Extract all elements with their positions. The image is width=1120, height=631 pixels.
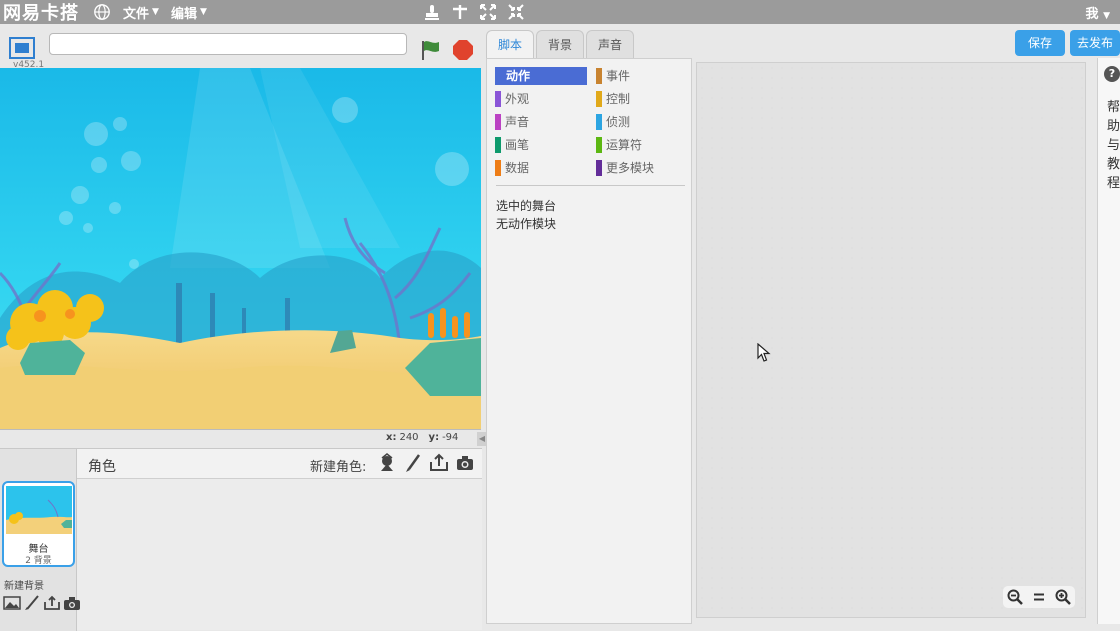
user-menu-label: 我 [1085,7,1099,22]
globe-icon[interactable] [93,3,111,21]
category-control[interactable]: 控制 [596,90,688,108]
new-sprite-label: 新建角色: [310,460,367,475]
stage-tools [422,2,526,22]
category-label: 更多模块 [606,161,655,175]
save-button[interactable]: 保存 [1015,30,1065,56]
category-label: 声音 [505,115,530,129]
green-flag-icon[interactable] [419,39,443,61]
brand-logo[interactable]: 网易卡搭 [3,0,79,25]
category-color-swatch [596,114,602,130]
stop-icon[interactable] [452,39,474,61]
category-operators[interactable]: 运算符 [596,136,688,154]
category-label: 画笔 [505,138,530,152]
upload-icon[interactable] [43,595,61,611]
grow-icon[interactable] [478,2,498,22]
edit-menu-label: 编辑 [170,6,197,22]
y-label: y: [428,432,440,443]
sprite-header: 角色 新建角色: [77,449,482,479]
category-pen[interactable]: 画笔 [495,136,587,154]
underwater-backdrop [0,68,481,429]
category-more-blocks[interactable]: 更多模块 [596,159,688,177]
top-menu-bar: 网易卡搭 文件 ▼ 编辑 ▼ 我 ▼ [0,0,1120,24]
sprite-library-icon[interactable] [377,453,397,473]
sprite-pane: 角色 新建角色: 舞台 2 背景 新建背景 [0,448,482,631]
help-panel: ? 帮助与教程 [1097,58,1120,624]
fullscreen-icon[interactable] [9,37,35,59]
shrink-icon[interactable] [506,2,526,22]
cut-icon[interactable] [450,2,470,22]
upload-icon[interactable] [429,453,449,473]
mouse-cursor-icon [757,343,771,362]
editor-tabs: 脚本 背景 声音 [486,30,635,59]
tab-scripts[interactable]: 脚本 [486,30,535,59]
zoom-in-icon[interactable] [1055,589,1071,605]
chevron-down-icon: ▼ [1103,11,1110,21]
category-events[interactable]: 事件 [596,67,688,85]
category-label: 侦测 [606,115,631,129]
stage-thumb-backdrop-count: 2 背景 [25,556,52,566]
category-label: 运算符 [606,138,643,152]
palette-message-empty: 无动作模块 [496,217,557,231]
file-menu[interactable]: 文件 ▼ [123,3,159,22]
category-data[interactable]: 数据 [495,159,587,177]
zoom-controls [1003,586,1075,608]
stage-thumbnail[interactable]: 舞台 2 背景 [2,481,75,567]
category-color-swatch [596,91,602,107]
tab-sounds[interactable]: 声音 [586,30,635,58]
paint-brush-icon[interactable] [403,453,423,473]
category-color-swatch [596,68,602,84]
y-value: -94 [442,432,459,443]
category-color-swatch [596,160,602,176]
category-label: 事件 [606,69,631,83]
help-tutorials-link[interactable]: 帮助与教程 [1107,98,1120,193]
stage-thumbnail-image [5,486,72,534]
x-label: x: [386,432,397,443]
category-color-swatch [495,160,501,176]
script-area[interactable] [696,62,1086,618]
file-menu-label: 文件 [123,6,150,22]
duplicate-stamp-icon[interactable] [422,2,442,22]
mouse-coordinates: x: 240 y: -94 [386,432,468,443]
category-label: 动作 [506,69,531,83]
category-sensing[interactable]: 侦测 [596,113,688,131]
new-backdrop-label: 新建背景 [4,581,44,592]
user-menu[interactable]: 我 ▼ [1086,3,1110,22]
tab-backdrops[interactable]: 背景 [536,30,585,58]
stage-header: v452.1 [0,24,482,70]
category-color-swatch [495,91,501,107]
camera-icon[interactable] [63,595,81,611]
category-color-swatch [495,114,501,130]
new-sprite-options [377,453,475,473]
chevron-down-icon: ▼ [199,7,207,17]
publish-button[interactable]: 去发布 [1070,30,1120,56]
help-icon[interactable]: ? [1104,66,1120,82]
category-sound[interactable]: 声音 [495,113,587,131]
stage-canvas[interactable] [0,68,481,430]
category-motion[interactable]: 动作 [495,67,587,85]
palette-divider [496,185,685,186]
x-value: 240 [399,432,419,443]
block-palette: 动作 外观 声音 画笔 数据 事件 控制 侦测 运算符 更多模块 选中的舞台 无… [486,58,692,624]
category-label: 控制 [606,92,631,106]
zoom-reset-icon[interactable] [1031,589,1047,605]
paint-brush-icon[interactable] [23,595,41,611]
new-backdrop-options [3,595,81,611]
category-color-swatch [596,137,602,153]
category-color-swatch [495,137,501,153]
chevron-down-icon: ▼ [152,7,159,17]
project-title-input[interactable] [49,33,407,55]
palette-message-selected: 选中的舞台 [496,199,557,213]
category-looks[interactable]: 外观 [495,90,587,108]
category-label: 外观 [505,92,530,106]
edit-menu[interactable]: 编辑 ▼ [171,3,207,22]
category-label: 数据 [505,161,530,175]
zoom-out-icon[interactable] [1007,589,1023,605]
backdrop-library-icon[interactable] [3,595,21,611]
sprites-title: 角色 [88,459,116,475]
camera-icon[interactable] [455,453,475,473]
